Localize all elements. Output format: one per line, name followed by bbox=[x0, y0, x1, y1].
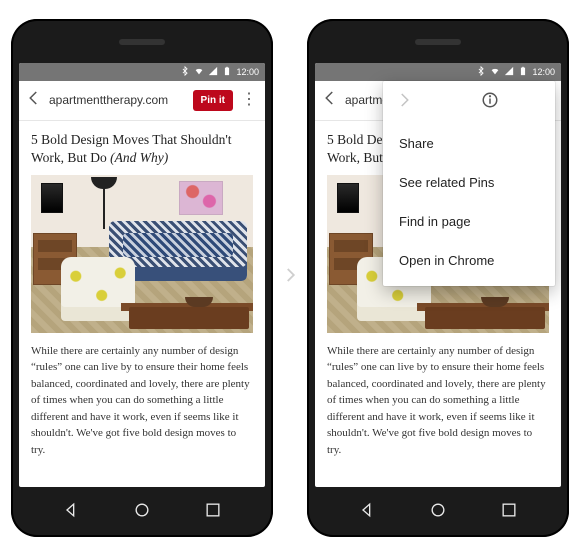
bluetooth-icon bbox=[180, 66, 190, 78]
signal-icon bbox=[504, 66, 514, 78]
nav-home-icon[interactable] bbox=[132, 500, 152, 525]
status-time: 12:00 bbox=[532, 67, 555, 77]
nav-home-icon[interactable] bbox=[428, 500, 448, 525]
nav-recents-icon[interactable] bbox=[499, 500, 519, 525]
android-nav bbox=[307, 500, 569, 525]
article-paragraph: While there are certainly any number of … bbox=[31, 343, 253, 459]
status-bar: 12:00 bbox=[19, 63, 265, 81]
page-content: 5 Bold Design Moves That Shouldn't Work,… bbox=[19, 121, 265, 487]
overflow-button[interactable]: ⋮ bbox=[239, 94, 259, 106]
menu-item-related-pins[interactable]: See related Pins bbox=[383, 163, 555, 202]
pin-it-button[interactable]: Pin it bbox=[193, 90, 233, 111]
nav-back-icon[interactable] bbox=[62, 500, 82, 525]
bluetooth-icon bbox=[476, 66, 486, 78]
back-button[interactable] bbox=[25, 89, 43, 112]
url-text[interactable]: apartmenttherapy.com bbox=[49, 93, 187, 107]
article-title-sub: (And Why) bbox=[110, 150, 168, 165]
status-bar: 12:00 bbox=[315, 63, 561, 81]
chevron-right-icon bbox=[281, 261, 299, 294]
battery-icon bbox=[222, 66, 232, 78]
menu-item-open-in-chrome[interactable]: Open in Chrome bbox=[383, 241, 555, 280]
battery-icon bbox=[518, 66, 528, 78]
phone-right: 12:00 apartmenttherapy.com 5 Bold Design… bbox=[307, 19, 569, 537]
android-nav bbox=[11, 500, 273, 525]
overflow-menu: Share See related Pins Find in page Open… bbox=[383, 81, 555, 286]
article-paragraph: While there are certainly any number of … bbox=[327, 343, 549, 459]
phone-speaker bbox=[415, 39, 461, 45]
signal-icon bbox=[208, 66, 218, 78]
nav-recents-icon[interactable] bbox=[203, 500, 223, 525]
forward-button[interactable] bbox=[395, 91, 413, 114]
menu-item-find-in-page[interactable]: Find in page bbox=[383, 202, 555, 241]
back-button[interactable] bbox=[321, 89, 339, 112]
screen-left: 12:00 apartmenttherapy.com Pin it ⋮ 5 Bo… bbox=[19, 63, 265, 487]
phone-speaker bbox=[119, 39, 165, 45]
app-bar: apartmenttherapy.com Pin it ⋮ bbox=[19, 81, 265, 121]
wifi-icon bbox=[194, 66, 204, 78]
info-button[interactable] bbox=[481, 91, 499, 114]
article-title: 5 Bold Design Moves That Shouldn't Work,… bbox=[31, 131, 253, 167]
phone-left: 12:00 apartmenttherapy.com Pin it ⋮ 5 Bo… bbox=[11, 19, 273, 537]
wifi-icon bbox=[490, 66, 500, 78]
menu-item-share[interactable]: Share bbox=[383, 124, 555, 163]
status-time: 12:00 bbox=[236, 67, 259, 77]
hero-image bbox=[31, 175, 253, 333]
nav-back-icon[interactable] bbox=[358, 500, 378, 525]
screen-right: 12:00 apartmenttherapy.com 5 Bold Design… bbox=[315, 63, 561, 487]
